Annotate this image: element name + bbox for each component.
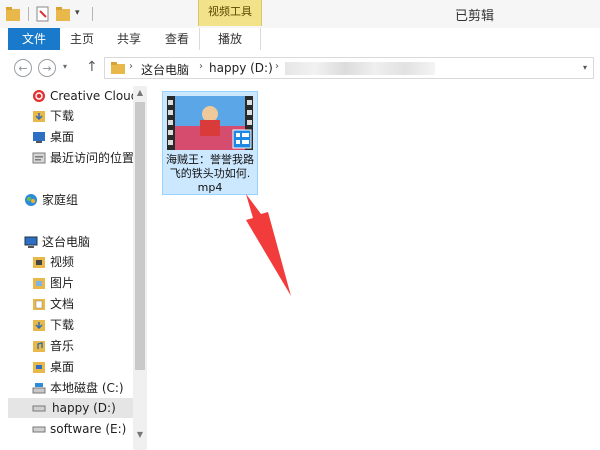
chevron-right-icon[interactable]: › [275, 61, 279, 72]
nav-item-label: 图片 [50, 276, 75, 290]
quick-access-separator [28, 7, 29, 21]
desktop-folder-icon [33, 362, 45, 373]
forward-arrow-icon: → [42, 62, 52, 75]
folder-icon [111, 62, 125, 74]
nav-item-label: 下载 [50, 109, 75, 123]
navigation-pane: Creative Cloud 下载 桌面 最近访问的位置 家庭组 这台电脑 视频… [0, 86, 148, 450]
windows-drive-icon [32, 383, 46, 394]
tab-play[interactable]: 播放 [199, 28, 261, 51]
nav-item-label: 桌面 [50, 360, 75, 374]
address-row: ← → ▾ ↑ › 这台电脑 › happy (D:) › ▾ [0, 50, 600, 86]
nav-item-label: 下载 [50, 318, 75, 332]
nav-item-label: 视频 [50, 255, 75, 269]
downloads-folder-icon [33, 111, 45, 122]
nav-item-label: 本地磁盘 (C:) [50, 381, 124, 395]
nav-item-label: 最近访问的位置 [50, 151, 135, 165]
nav-item-label: 家庭组 [42, 193, 79, 207]
nav-item-label: Creative Cloud [50, 89, 139, 103]
recent-places-icon [32, 152, 46, 164]
nav-item-label: 这台电脑 [42, 235, 91, 249]
music-folder-icon [33, 341, 45, 352]
tab-view[interactable]: 查看 [156, 28, 198, 50]
file-list-area: 海贼王：誉誉我路飞的铁头功如何.mp4 [150, 86, 600, 450]
customize-quick-access-icon[interactable]: ▾ [75, 8, 80, 18]
tab-share[interactable]: 共享 [108, 28, 150, 50]
quick-access-separator [92, 7, 93, 21]
address-bar[interactable]: › 这台电脑 › happy (D:) › ▾ [104, 57, 594, 79]
chevron-right-icon[interactable]: › [199, 61, 203, 72]
title-bar: ▾ 视频工具 已剪辑 [0, 0, 600, 28]
annotation-arrow-icon [246, 194, 291, 296]
nav-item-label: 文档 [50, 297, 75, 311]
redacted-path [285, 62, 435, 75]
navigation-scrollbar[interactable]: ▲ ▼ [133, 86, 147, 450]
back-arrow-icon: ← [18, 62, 28, 75]
recent-locations-dropdown-icon[interactable]: ▾ [63, 62, 67, 71]
nav-item-label: 桌面 [50, 130, 75, 144]
videos-folder-icon [33, 257, 45, 268]
tab-file[interactable]: 文件 [8, 28, 60, 50]
scroll-thumb[interactable] [135, 102, 145, 370]
breadcrumb-this-pc[interactable]: 这台电脑 [141, 61, 189, 78]
downloads-folder-icon [33, 320, 45, 331]
properties-icon[interactable] [36, 6, 50, 22]
up-arrow-icon[interactable]: ↑ [86, 59, 98, 75]
nav-item-label: happy (D:) [52, 401, 116, 415]
window-title: 已剪辑 [455, 9, 495, 24]
ribbon-tabs: 文件 主页 共享 查看 播放 [0, 28, 600, 51]
scroll-down-icon[interactable]: ▼ [133, 430, 147, 439]
drive-icon [32, 426, 46, 433]
tab-home[interactable]: 主页 [60, 28, 104, 50]
address-dropdown-icon[interactable]: ▾ [583, 63, 587, 72]
nav-item-label: software (E:) [50, 422, 127, 436]
documents-folder-icon [33, 299, 45, 310]
breadcrumb-drive-d[interactable]: happy (D:) [209, 61, 273, 75]
drive-icon [32, 405, 46, 412]
nav-item-label: 音乐 [50, 339, 75, 353]
chevron-right-icon[interactable]: › [129, 61, 133, 72]
nav-item-drive-d[interactable]: happy (D:) [8, 398, 133, 418]
folder-icon[interactable] [6, 6, 20, 22]
scroll-up-icon[interactable]: ▲ [133, 88, 147, 97]
video-tools-context-label: 视频工具 [198, 0, 262, 26]
desktop-icon [33, 132, 45, 143]
homegroup-icon [25, 194, 37, 206]
creative-cloud-icon [33, 90, 45, 102]
back-button[interactable]: ← [14, 59, 32, 77]
this-pc-icon [24, 236, 38, 248]
forward-button[interactable]: → [38, 59, 56, 77]
pictures-folder-icon [33, 278, 45, 289]
new-folder-icon[interactable] [56, 6, 70, 22]
